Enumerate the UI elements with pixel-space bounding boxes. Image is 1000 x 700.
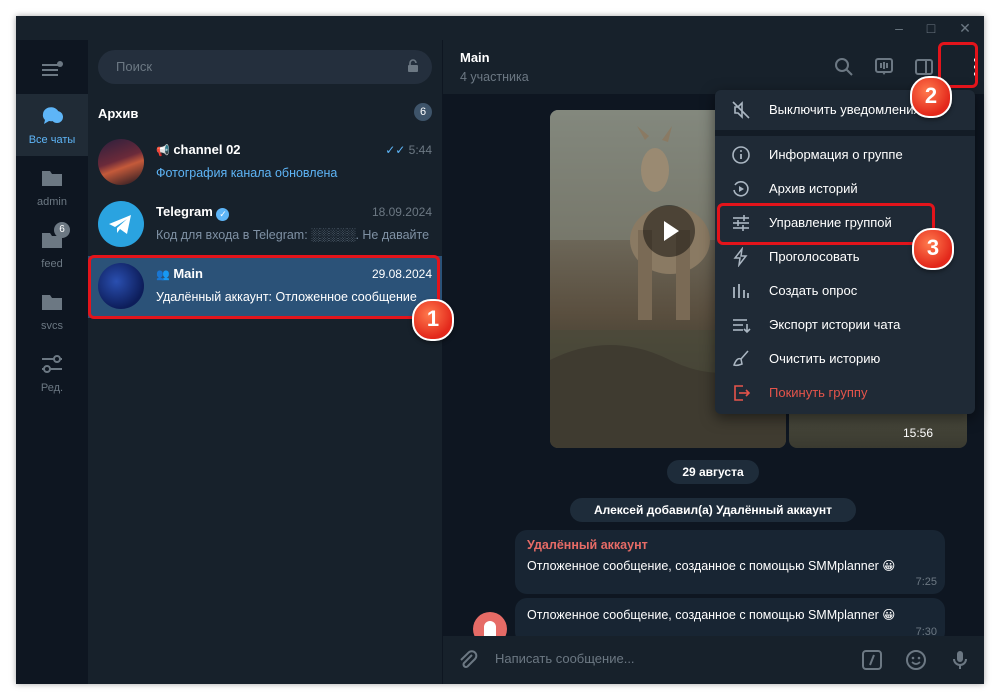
hamburger-menu-icon[interactable] <box>38 60 66 80</box>
step-number-2: 2 <box>910 76 952 118</box>
menu-item-label: Архив историй <box>769 181 858 196</box>
chat-title[interactable]: Main <box>460 50 490 65</box>
play-icon[interactable] <box>643 205 695 257</box>
menu-item-group-info[interactable]: Информация о группе <box>715 138 975 172</box>
chat-name: 📢 channel 02 <box>156 142 241 157</box>
bot-commands-icon[interactable] <box>861 649 883 671</box>
time-text: 5:44 <box>408 143 432 157</box>
menu-item-label: Экспорт истории чата <box>769 317 901 332</box>
menu-item-label: Очистить историю <box>769 351 881 366</box>
folder-sidebar: Все чаты admin 6 feed svcs Ред. <box>16 40 88 684</box>
title-bar: – □ ✕ <box>16 16 984 40</box>
highlight-box-3 <box>717 203 935 245</box>
menu-item-label: Информация о группе <box>769 147 903 162</box>
close-icon[interactable]: ✕ <box>948 16 982 40</box>
menu-item-label: Создать опрос <box>769 283 858 298</box>
folder-svcs[interactable]: svcs <box>16 280 88 342</box>
folder-label: feed <box>41 258 63 270</box>
date-separator: 29 августа <box>667 460 759 484</box>
maximize-icon[interactable]: □ <box>914 16 948 40</box>
service-message: Алексей добавил(а) Удалённый аккаунт <box>570 498 856 522</box>
chat-time: ✓✓ 5:44 <box>385 143 432 157</box>
message-time: 7:25 <box>915 576 937 588</box>
chat-name: Telegram ✓ <box>156 204 230 221</box>
menu-item-stories-archive[interactable]: Архив историй <box>715 172 975 206</box>
chat-header: Main 4 участника <box>443 40 984 94</box>
chat-title: channel 02 <box>173 142 241 157</box>
menu-item-create-poll[interactable]: Создать опрос <box>715 274 975 308</box>
step-number-1: 1 <box>412 299 454 341</box>
menu-item-export-history[interactable]: Экспорт истории чата <box>715 308 975 342</box>
folder-admin[interactable]: admin <box>16 156 88 218</box>
chat-preview: Код для входа в Telegram: ░░░░░. Не дава… <box>156 228 430 242</box>
info-icon <box>731 145 751 165</box>
folder-icon <box>40 290 64 314</box>
folder-label: Ред. <box>40 382 64 394</box>
unread-badge: 6 <box>54 222 70 238</box>
members-count: 4 участника <box>460 70 529 84</box>
search-icon[interactable] <box>833 56 855 78</box>
message-input[interactable]: Написать сообщение... <box>495 651 635 666</box>
leave-icon <box>731 383 751 403</box>
chat-preview: Фотография канала обновлена <box>156 166 338 180</box>
folder-label: svcs <box>41 320 63 332</box>
double-check-icon: ✓✓ <box>385 143 406 157</box>
voice-chat-icon[interactable] <box>873 56 895 78</box>
lock-icon[interactable] <box>406 59 420 73</box>
broom-icon <box>731 349 751 369</box>
folder-label: admin <box>37 196 67 208</box>
archive-title[interactable]: Архив <box>98 106 138 121</box>
edit-folders-icon <box>40 352 64 376</box>
mute-icon <box>731 100 751 120</box>
stories-archive-icon <box>731 179 751 199</box>
message-author[interactable]: Удалённый аккаунт <box>527 538 648 552</box>
step-number-3: 3 <box>912 228 954 270</box>
sidebar-toggle-icon[interactable] <box>913 56 935 78</box>
archive-count-badge: 6 <box>414 103 432 121</box>
highlight-box-1 <box>88 255 440 319</box>
chat-list-panel: Поиск Архив 6 📢 channel 02 ✓✓ 5:44 Фотог… <box>88 40 443 684</box>
message-bubble[interactable]: Удалённый аккаунт Отложенное сообщение, … <box>515 530 945 594</box>
menu-item-label: Проголосовать <box>769 249 860 264</box>
media-time: 15:56 <box>902 426 933 440</box>
folder-edit[interactable]: Ред. <box>16 342 88 404</box>
verified-icon: ✓ <box>216 208 230 221</box>
chats-icon <box>40 104 64 128</box>
message-text: Отложенное сообщение, созданное с помощь… <box>527 559 896 573</box>
chat-item-channel-02[interactable]: 📢 channel 02 ✓✓ 5:44 Фотография канала о… <box>88 132 442 194</box>
message-text: Отложенное сообщение, созданное с помощь… <box>527 608 896 622</box>
search-placeholder: Поиск <box>116 59 153 74</box>
menu-item-leave-group[interactable]: Покинуть группу <box>715 376 975 410</box>
export-icon <box>731 315 751 335</box>
microphone-icon[interactable] <box>949 649 971 671</box>
menu-item-label: Выключить уведомления <box>769 102 921 117</box>
avatar <box>98 139 144 185</box>
boost-icon <box>731 246 751 268</box>
folder-feed[interactable]: 6 feed <box>16 218 88 280</box>
megaphone-icon: 📢 <box>156 145 170 157</box>
search-input[interactable]: Поиск <box>98 50 432 84</box>
minimize-icon[interactable]: – <box>882 16 916 40</box>
chat-item-telegram[interactable]: Telegram ✓ 18.09.2024 Код для входа в Te… <box>88 194 442 256</box>
menu-divider <box>715 130 975 136</box>
poll-icon <box>731 281 751 301</box>
menu-item-clear-history[interactable]: Очистить историю <box>715 342 975 376</box>
chat-title: Telegram <box>156 204 213 219</box>
chat-time: 18.09.2024 <box>371 205 432 219</box>
telegram-avatar <box>98 201 144 247</box>
message-composer: Написать сообщение... <box>443 636 984 684</box>
folder-label: Все чаты <box>28 134 76 146</box>
folder-icon <box>40 166 64 190</box>
menu-item-label: Покинуть группу <box>769 385 868 400</box>
folder-all-chats[interactable]: Все чаты <box>16 94 88 156</box>
attach-icon[interactable] <box>457 649 479 671</box>
emoji-icon[interactable] <box>905 649 927 671</box>
